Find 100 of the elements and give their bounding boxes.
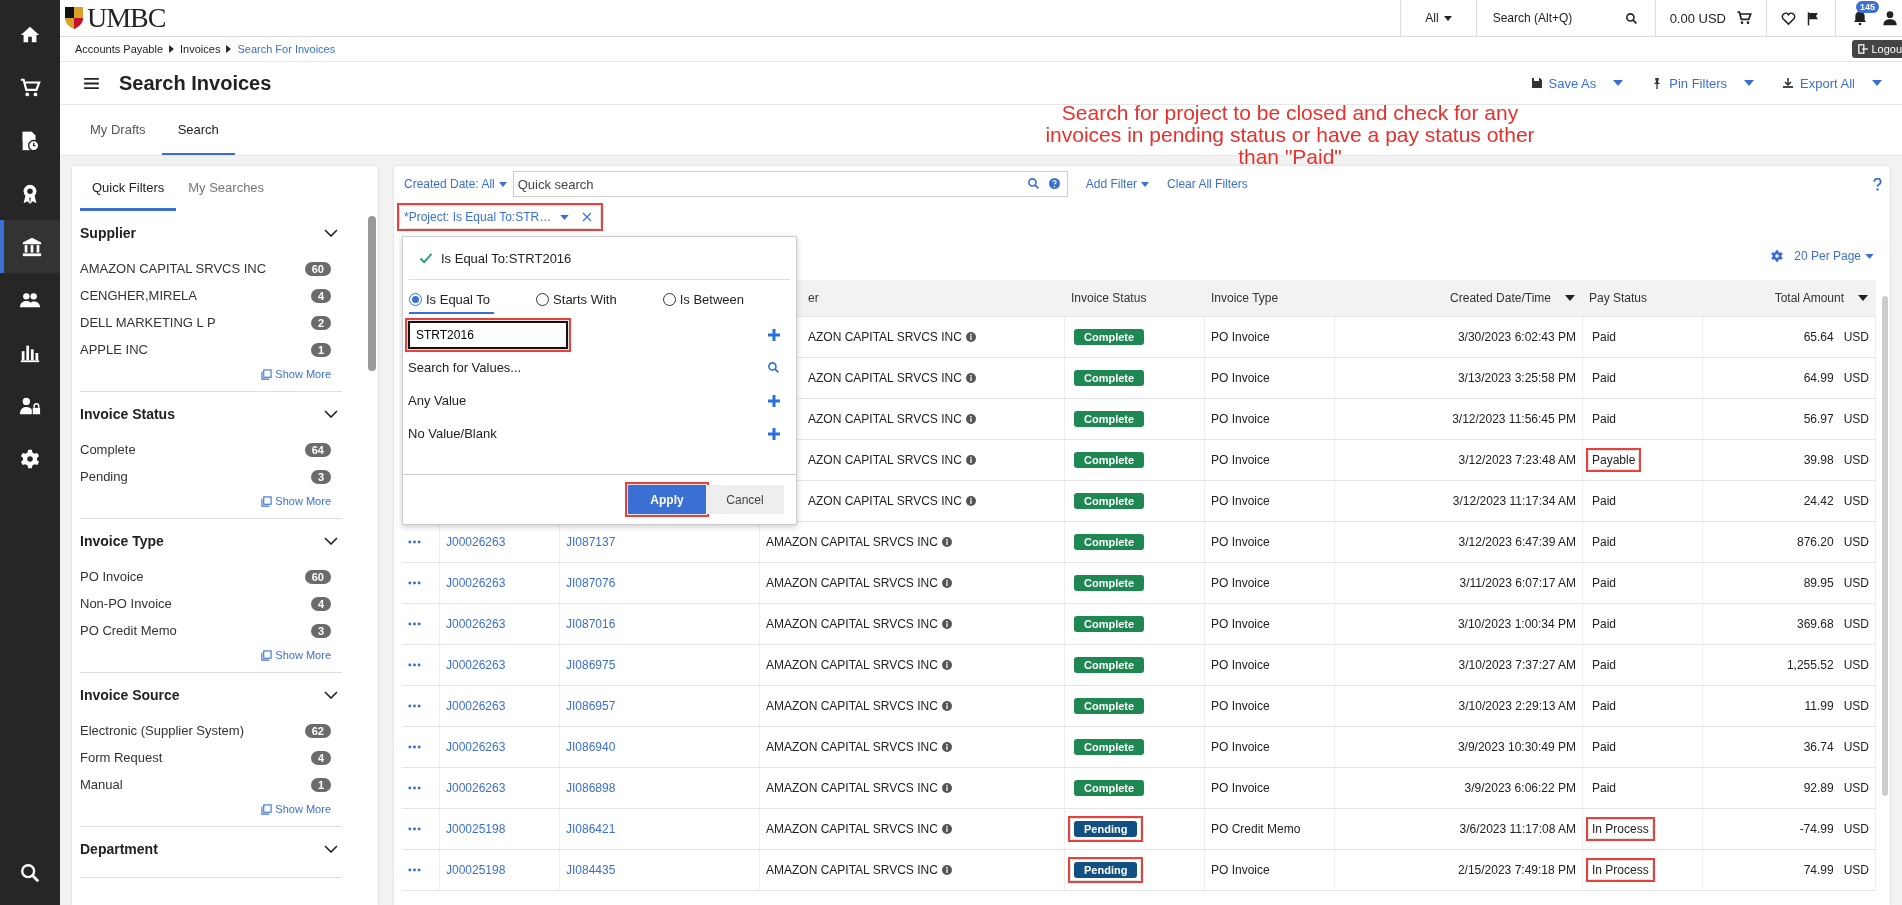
column-header[interactable]: Pay Status xyxy=(1589,291,1648,305)
filter-choice[interactable]: Any Value xyxy=(408,393,467,408)
clear-filters-link[interactable]: Clear All Filters xyxy=(1167,177,1248,191)
info-icon[interactable] xyxy=(941,537,952,547)
flag-icon[interactable] xyxy=(1806,10,1821,26)
plus-icon[interactable] xyxy=(768,328,780,341)
action-button[interactable]: Pin Filters xyxy=(1651,75,1755,91)
supplier-invoice-link[interactable]: JI086957 xyxy=(566,699,616,713)
info-icon[interactable] xyxy=(941,660,952,670)
action-button[interactable]: Export All xyxy=(1782,75,1882,91)
filter-option[interactable]: DELL MARKETING L P xyxy=(80,315,216,330)
date-filter-dropdown[interactable]: Created Date: All xyxy=(404,177,507,191)
add-filter-dropdown[interactable]: Add Filter xyxy=(1085,177,1150,191)
info-icon[interactable] xyxy=(941,619,952,629)
info-icon[interactable] xyxy=(941,701,952,711)
filter-option[interactable]: Non-PO Invoice xyxy=(80,596,172,611)
radio-option[interactable]: Is Equal To xyxy=(409,288,495,314)
more-icon[interactable] xyxy=(408,786,421,790)
more-icon[interactable] xyxy=(408,622,421,626)
logo-text[interactable]: UMBC xyxy=(87,2,166,34)
info-icon[interactable] xyxy=(965,496,976,506)
more-icon[interactable] xyxy=(408,868,421,872)
filter-option[interactable]: Electronic (Supplier System) xyxy=(80,723,244,738)
supplier-invoice-link[interactable]: JI086975 xyxy=(566,658,616,672)
filter-option[interactable]: PO Credit Memo xyxy=(80,623,177,638)
chevron-down-icon[interactable] xyxy=(324,537,338,545)
column-header[interactable]: Invoice Status xyxy=(1071,291,1147,305)
chevron-down-icon[interactable] xyxy=(324,229,338,237)
info-icon[interactable] xyxy=(941,783,952,793)
scope-dropdown[interactable]: All xyxy=(1400,0,1476,36)
breadcrumb-link[interactable]: Invoices xyxy=(180,43,221,55)
column-header[interactable]: er xyxy=(808,291,819,305)
invoice-number-link[interactable]: J00026263 xyxy=(446,699,506,713)
info-icon[interactable] xyxy=(965,455,976,465)
cart-total[interactable]: 0.00 USD xyxy=(1669,10,1726,26)
show-more-link[interactable]: Show More xyxy=(261,803,331,815)
breadcrumb-link[interactable]: Accounts Payable xyxy=(75,43,164,55)
apply-button[interactable]: Apply xyxy=(628,485,706,514)
chevron-down-icon[interactable] xyxy=(324,691,338,699)
per-page-dropdown[interactable]: 20 Per Page xyxy=(1794,249,1874,263)
help-icon[interactable] xyxy=(1873,177,1882,191)
filter-tab[interactable]: My Searches xyxy=(176,166,277,211)
invoice-number-link[interactable]: J00026263 xyxy=(446,781,506,795)
more-icon[interactable] xyxy=(408,540,421,544)
heart-icon[interactable] xyxy=(1781,10,1796,26)
menu-icon[interactable] xyxy=(84,77,99,89)
bank-icon[interactable] xyxy=(0,220,60,273)
filter-option[interactable]: Form Request xyxy=(80,750,163,765)
filter-chip[interactable]: *Project: Is Equal To:STR… xyxy=(400,206,601,228)
invoice-number-link[interactable]: J00026263 xyxy=(446,535,506,549)
chevron-down-icon[interactable] xyxy=(324,410,338,418)
more-icon[interactable] xyxy=(408,663,421,667)
filter-option[interactable]: CENGHER,MIRELA xyxy=(80,288,198,303)
column-header[interactable]: Created Date/Time xyxy=(1450,291,1551,305)
show-more-link[interactable]: Show More xyxy=(261,649,331,661)
sort-caret-icon[interactable] xyxy=(1565,295,1575,301)
info-icon[interactable] xyxy=(941,824,952,834)
info-icon[interactable] xyxy=(965,332,976,342)
cancel-button[interactable]: Cancel xyxy=(706,485,784,514)
info-icon[interactable] xyxy=(965,414,976,424)
supplier-invoice-link[interactable]: JI086898 xyxy=(566,781,616,795)
value-input-field[interactable]: STRT2016 xyxy=(408,320,568,349)
info-icon[interactable] xyxy=(965,373,976,383)
info-icon[interactable] xyxy=(941,742,952,752)
chevron-down-icon[interactable] xyxy=(324,845,338,853)
scrollbar[interactable] xyxy=(368,216,376,371)
invoice-number-link[interactable]: J00025198 xyxy=(446,822,506,836)
invoice-number-link[interactable]: J00025198 xyxy=(446,863,506,877)
column-header[interactable]: Invoice Type xyxy=(1211,291,1279,305)
plus-icon[interactable] xyxy=(768,394,780,407)
filter-option[interactable]: PO Invoice xyxy=(80,569,144,584)
more-icon[interactable] xyxy=(408,745,421,749)
invoice-number-link[interactable]: J00026263 xyxy=(446,740,506,754)
filter-option[interactable]: APPLE INC xyxy=(80,342,148,357)
filter-choice[interactable]: No Value/Blank xyxy=(408,426,497,441)
info-icon[interactable] xyxy=(941,578,952,588)
invoice-number-link[interactable]: J00026263 xyxy=(446,617,506,631)
radio-option[interactable]: Starts With xyxy=(536,288,621,314)
supplier-invoice-link[interactable]: JI086421 xyxy=(566,822,616,836)
plus-icon[interactable] xyxy=(768,427,780,440)
action-button[interactable]: Save As xyxy=(1530,75,1624,91)
scrollbar[interactable] xyxy=(1882,296,1888,796)
more-icon[interactable] xyxy=(408,704,421,708)
help-icon[interactable] xyxy=(1048,178,1060,189)
more-icon[interactable] xyxy=(408,581,421,585)
quick-search-field[interactable]: Quick search xyxy=(512,171,1068,197)
supplier-invoice-link[interactable]: JI087016 xyxy=(566,617,616,631)
radio-option[interactable]: Is Between xyxy=(662,288,748,314)
breadcrumb-link[interactable]: Search For Invoices xyxy=(237,43,336,55)
cart-icon[interactable] xyxy=(1736,10,1752,26)
supplier-invoice-link[interactable]: JI087137 xyxy=(566,535,616,549)
invoice-number-link[interactable]: J00026263 xyxy=(446,658,506,672)
bell-icon[interactable] xyxy=(1852,10,1868,26)
filter-option[interactable]: Pending xyxy=(80,469,128,484)
close-icon[interactable] xyxy=(582,212,593,222)
sort-caret-icon[interactable] xyxy=(1858,295,1868,301)
show-more-link[interactable]: Show More xyxy=(261,368,331,380)
logout-button[interactable]: Logou xyxy=(1852,40,1902,58)
supplier-invoice-link[interactable]: JI087076 xyxy=(566,576,616,590)
filter-option[interactable]: Complete xyxy=(80,442,136,457)
